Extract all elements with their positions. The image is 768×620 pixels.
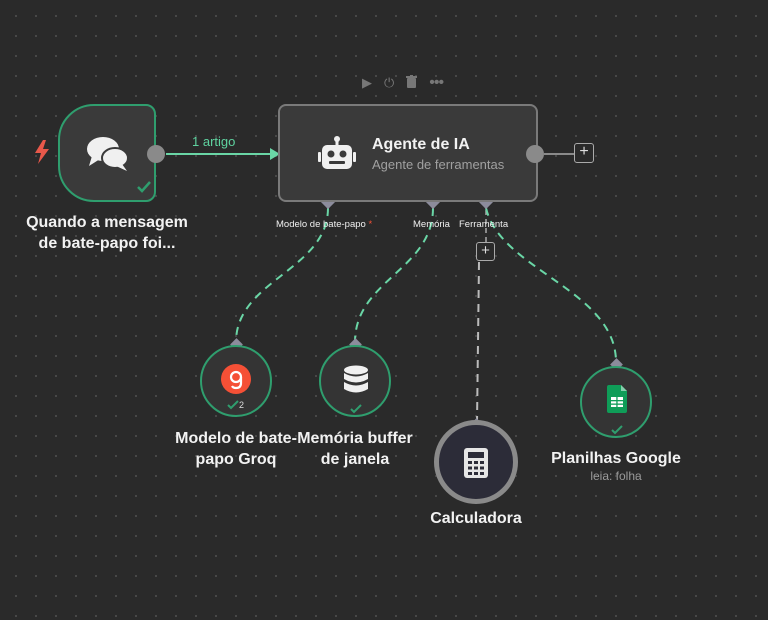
tool-port-label: Ferramenta <box>459 219 509 230</box>
check-icon <box>136 180 152 199</box>
check-icon <box>611 422 623 440</box>
sheets-icon <box>607 385 627 418</box>
required-marker: * <box>368 219 373 230</box>
groq-title-line2: papo Groq <box>195 451 277 468</box>
power-icon[interactable]: ⏻ <box>384 75 394 91</box>
sheets-title: Planilhas Google <box>551 450 681 467</box>
trigger-title-line2: de bate-papo foi... <box>38 235 176 252</box>
sheets-connection[interactable] <box>485 207 617 363</box>
calculator-node[interactable] <box>434 420 518 504</box>
memory-title-line1: Memória buffer <box>297 430 413 447</box>
groq-title: Modelo de bate- papo Groq <box>166 428 306 470</box>
trigger-output-port[interactable] <box>147 145 165 163</box>
agent-subtitle: Agente de ferramentas <box>372 157 505 172</box>
add-next-node-button[interactable]: + <box>574 143 594 163</box>
groq-status: 2 <box>227 400 244 410</box>
check-icon <box>350 401 362 419</box>
calculator-title: Calculadora <box>430 510 522 527</box>
groq-logo-icon <box>221 364 251 394</box>
memory-buffer-node[interactable] <box>319 345 391 417</box>
edge-item-count: 1 artigo <box>192 134 236 149</box>
agent-output-port[interactable] <box>526 145 544 163</box>
lightning-icon <box>34 140 50 169</box>
calculator-icon <box>464 448 488 483</box>
connection-layer <box>166 148 623 431</box>
trigger-title-line1: Quando a mensagem <box>26 214 188 231</box>
check-icon <box>227 400 239 410</box>
trash-icon[interactable] <box>406 75 418 91</box>
groq-model-node[interactable]: 2 <box>200 345 272 417</box>
chat-model-port-label: Modelo de bate-papo * <box>276 219 372 230</box>
add-tool-button[interactable]: + <box>476 242 495 261</box>
chat-model-label-text: Modelo de bate-papo <box>276 219 366 230</box>
chat-bubbles-icon <box>86 136 130 177</box>
memory-port-label: Memória <box>413 219 450 230</box>
sheets-subtitle: leia: folha <box>590 469 642 483</box>
chat-trigger-node[interactable] <box>58 104 156 202</box>
robot-icon <box>318 136 356 175</box>
trigger-title: Quando a mensagem de bate-papo foi... <box>10 212 204 254</box>
memory-title: Memória buffer de janela <box>292 428 418 470</box>
calculator-connection[interactable] <box>476 261 480 423</box>
memory-title-line2: de janela <box>320 451 390 468</box>
play-icon[interactable]: ▶ <box>362 75 372 91</box>
more-icon[interactable]: ••• <box>429 74 444 92</box>
groq-run-count: 2 <box>239 400 245 410</box>
database-icon <box>343 365 369 400</box>
node-toolbar: ▶ ⏻ ••• <box>362 74 444 92</box>
ai-agent-node[interactable]: Agente de IA Agente de ferramentas <box>278 104 538 202</box>
groq-title-line1: Modelo de bate- <box>175 430 297 447</box>
agent-title: Agente de IA <box>372 136 470 153</box>
google-sheets-node[interactable] <box>580 366 652 438</box>
